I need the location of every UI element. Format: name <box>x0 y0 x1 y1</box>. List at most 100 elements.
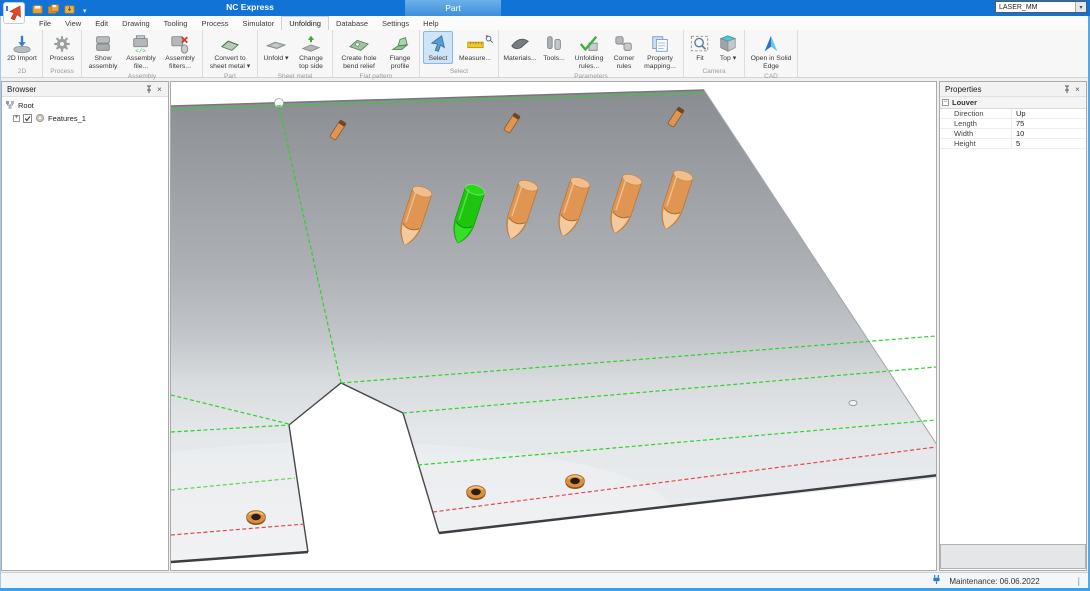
fit-icon <box>687 33 713 55</box>
ribbon-group-sheet-metal: Unfold ▾ Change top side Sheet metal <box>258 30 333 77</box>
hole-bend-relief-icon <box>346 33 372 55</box>
ribbon-group-assembly: Show assembly </> Assembly file... Assem… <box>82 30 203 77</box>
close-panel-icon[interactable]: × <box>1072 84 1083 95</box>
feature-icon <box>35 113 45 125</box>
menu-help[interactable]: Help <box>416 16 445 30</box>
unfold-button[interactable]: Unfold ▾ <box>261 31 291 64</box>
pin-icon[interactable] <box>143 84 154 95</box>
hole-feature[interactable] <box>849 400 857 405</box>
menu-simulator[interactable]: Simulator <box>236 16 282 30</box>
properties-panel-header: Properties × <box>940 82 1086 97</box>
assembly-filters-button[interactable]: Assembly filters... <box>161 31 199 72</box>
gear-icon <box>49 33 75 55</box>
flanged-hole-feature[interactable] <box>467 486 486 501</box>
ribbon-group-label: 2D <box>5 67 39 77</box>
select-button[interactable]: Select <box>423 31 453 64</box>
browser-panel-title: Browser <box>7 85 143 94</box>
ribbon-group-camera: Fit Top ▾ Camera <box>684 30 745 77</box>
tools-icon <box>541 33 567 55</box>
create-hole-bend-relief-button[interactable]: Create hole bend relief <box>336 31 382 72</box>
corner-rules-icon <box>611 33 637 55</box>
2d-import-button[interactable]: 2D Import <box>5 31 39 64</box>
property-group-louver[interactable]: − Louver <box>940 97 1086 109</box>
sheet-metal-part[interactable] <box>171 90 936 570</box>
menu-edit[interactable]: Edit <box>88 16 115 30</box>
flange-profile-button[interactable]: Flange profile <box>384 31 416 72</box>
unfolding-rules-button[interactable]: Unfolding rules... <box>570 31 608 72</box>
ribbon-group-select: Select Measure... Select <box>420 30 499 77</box>
ribbon-group-process: Process Process <box>43 30 82 77</box>
measure-button[interactable]: Measure... <box>455 31 495 64</box>
menu-process[interactable]: Process <box>194 16 235 30</box>
properties-panel: Properties × − Louver Direction Up Lengt… <box>939 81 1087 571</box>
browser-tree: Root + Features_1 <box>2 97 168 125</box>
property-preview-box <box>940 544 1086 569</box>
menu-view[interactable]: View <box>58 16 88 30</box>
property-group-label: Louver <box>952 98 977 107</box>
collapse-icon[interactable]: − <box>942 99 949 106</box>
svg-text:</>: </> <box>135 48 146 54</box>
flanged-hole-feature[interactable] <box>566 475 585 490</box>
ribbon: 2D Import 2D Process Process Show assemb… <box>0 30 1090 78</box>
machine-selector-combobox[interactable]: LASER_MM ▾ <box>995 1 1087 13</box>
property-row-length[interactable]: Length 75 <box>940 119 1086 129</box>
status-indicator: | <box>1078 576 1080 586</box>
tree-item-features[interactable]: + Features_1 <box>5 112 168 125</box>
ribbon-group-flat-pattern: Create hole bend relief Flange profile F… <box>333 30 420 77</box>
show-assembly-button[interactable]: Show assembly <box>85 31 121 72</box>
property-mapping-button[interactable]: Property mapping... <box>640 31 680 72</box>
machine-selector-dropdown-icon[interactable]: ▾ <box>1075 2 1086 12</box>
flange-profile-icon <box>387 33 413 55</box>
tree-item-root[interactable]: Root <box>5 99 168 112</box>
menu-file[interactable]: File <box>32 16 58 30</box>
close-panel-icon[interactable]: × <box>154 84 165 95</box>
ribbon-group-label: Process <box>46 67 78 77</box>
top-view-button[interactable]: Top ▾ <box>715 31 741 64</box>
expand-icon[interactable]: + <box>13 115 20 122</box>
ribbon-group-part: Convert to sheet metal ▾ Part <box>203 30 258 77</box>
ribbon-group-label: Camera <box>687 67 741 77</box>
assembly-filters-icon <box>167 33 193 55</box>
menu-tooling[interactable]: Tooling <box>157 16 195 30</box>
document-tab-part[interactable]: Part <box>405 0 501 16</box>
convert-to-sheet-metal-button[interactable]: Convert to sheet metal ▾ <box>206 31 254 72</box>
2d-import-icon <box>9 33 35 55</box>
property-row-direction[interactable]: Direction Up <box>940 109 1086 119</box>
corner-rules-button[interactable]: Corner rules <box>610 31 638 72</box>
assembly-stack-icon <box>90 33 116 55</box>
materials-button[interactable]: Materials... <box>502 31 538 64</box>
window-title: NC Express <box>180 2 320 12</box>
property-row-height[interactable]: Height 5 <box>940 139 1086 149</box>
viewport-panel <box>170 81 937 571</box>
open-in-solid-edge-button[interactable]: Open in Solid Edge <box>748 31 794 72</box>
zoom-selection-icon <box>485 31 494 49</box>
ribbon-group-cad: Open in Solid Edge CAD <box>745 30 798 77</box>
process-button[interactable]: Process <box>46 31 78 64</box>
browser-panel: Browser × Root + Features_1 <box>1 81 169 571</box>
pin-icon[interactable] <box>1061 84 1072 95</box>
ribbon-group-label: Select <box>423 67 495 77</box>
assembly-file-icon: </> <box>128 33 154 55</box>
menu-drawing[interactable]: Drawing <box>115 16 157 30</box>
viewport-canvas[interactable] <box>171 82 936 570</box>
select-cursor-icon <box>425 33 451 55</box>
feature-checkbox[interactable] <box>23 114 32 123</box>
ribbon-group-2d: 2D Import 2D <box>2 30 43 77</box>
menu-database[interactable]: Database <box>329 16 375 30</box>
fit-button[interactable]: Fit <box>687 31 713 64</box>
window-border-left <box>0 16 1 588</box>
root-icon <box>5 100 15 112</box>
menu-unfolding[interactable]: Unfolding <box>281 16 329 30</box>
property-mapping-icon <box>647 33 673 55</box>
browser-panel-header: Browser × <box>2 82 168 97</box>
property-row-width[interactable]: Width 10 <box>940 129 1086 139</box>
unfold-icon <box>263 33 289 55</box>
nc-express-logo-icon[interactable] <box>3 2 25 24</box>
menu-settings[interactable]: Settings <box>375 16 416 30</box>
qat-dropdown-icon[interactable]: ▾ <box>83 7 87 15</box>
assembly-file-button[interactable]: </> Assembly file... <box>123 31 159 72</box>
change-top-side-button[interactable]: Change top side <box>293 31 329 72</box>
maintenance-label: Maintenance: 06.06.2022 <box>949 577 1039 586</box>
flanged-hole-feature[interactable] <box>247 511 266 526</box>
tools-button[interactable]: Tools... <box>540 31 568 64</box>
